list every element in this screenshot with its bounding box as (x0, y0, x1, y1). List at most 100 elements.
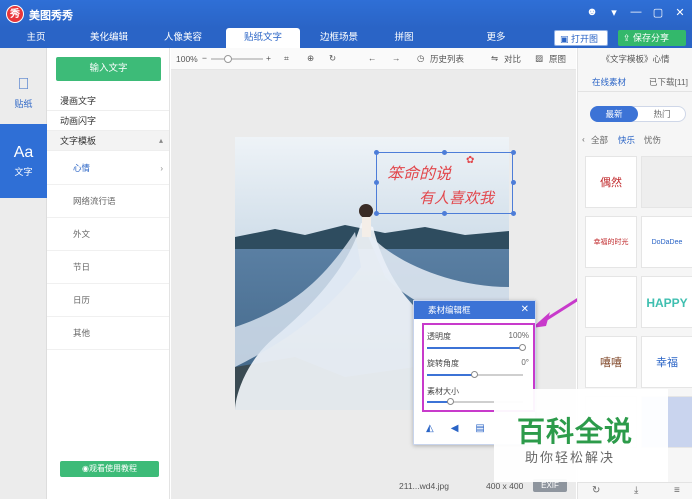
maximize-icon[interactable]: ▢ (652, 6, 664, 19)
material-thumb[interactable] (641, 156, 692, 208)
refresh-icon[interactable]: ↻ (592, 485, 600, 496)
tutorial-button[interactable]: ◉观看使用教程 (60, 461, 159, 477)
zoom-in-icon[interactable]: + (266, 53, 271, 63)
redo-icon[interactable]: → (392, 53, 401, 63)
rotation-slider[interactable] (427, 371, 523, 378)
tab-beautify[interactable]: 美化编辑 (80, 28, 138, 48)
close-icon[interactable]: ✕ (674, 6, 686, 19)
rotation-value: 0° (521, 358, 529, 367)
undo-icon[interactable]: ← (368, 53, 377, 63)
opacity-slider[interactable] (427, 344, 526, 351)
subcategory-mood[interactable]: 心情 › (47, 152, 169, 185)
filter-sad[interactable]: 忧伤 (644, 134, 661, 146)
layer-icon[interactable]: ▤ (475, 423, 484, 434)
resize-handle-mr[interactable] (511, 180, 516, 185)
flip-vertical-icon[interactable]: ◀ (451, 423, 459, 434)
sort-toggle: 最新 热门 (590, 106, 686, 122)
category-comic-text[interactable]: 漫画文字 (47, 91, 169, 111)
flip-horizontal-icon[interactable]: ◭ (426, 423, 434, 434)
subcategory-calendar[interactable]: 日历 (47, 284, 169, 317)
original-button[interactable]: 原图 (549, 53, 566, 65)
open-image-button[interactable]: ▣ 打开图片 (554, 30, 608, 60)
material-editor-header[interactable]: 素材编辑框 ✕ (414, 301, 535, 319)
history-list-button[interactable]: 历史列表 (430, 53, 464, 65)
material-thumb[interactable] (585, 276, 637, 328)
opacity-slider-knob[interactable] (519, 344, 526, 351)
filter-happy[interactable]: 快乐 (618, 134, 635, 146)
tab-home[interactable]: 主页 (10, 28, 62, 48)
tab-more[interactable]: 更多 (476, 28, 516, 48)
tab-sticker-text[interactable]: 贴纸文字 (226, 28, 300, 48)
zoom-slider-knob[interactable] (224, 55, 232, 63)
resize-handle-ml[interactable] (374, 180, 379, 185)
subcategory-other[interactable]: 其他 (47, 317, 169, 350)
rotation-slider-fill (427, 374, 475, 376)
subcategory-slang[interactable]: 网络流行语 (47, 185, 169, 218)
fit-icon[interactable]: ⊕ (307, 53, 314, 64)
save-icon: ⇪ (623, 33, 634, 43)
material-thumb[interactable]: 幸福的时光 (585, 216, 637, 268)
title-bar: 秀 美图秀秀 ☻ ▾ — ▢ ✕ (0, 0, 692, 28)
subcategory-holiday[interactable]: 节日 (47, 251, 169, 284)
image-dimensions: 400 x 400 (486, 481, 524, 491)
minimize-icon[interactable]: — (630, 6, 642, 19)
breadcrumb: 《文字模板》心情 (601, 54, 670, 64)
category-animated-text[interactable]: 动画闪字 (47, 111, 169, 131)
sort-hot[interactable]: 热门 (638, 106, 686, 122)
rotate-icon[interactable]: ↻ (329, 53, 336, 64)
tab-portrait[interactable]: 人像美容 (154, 28, 212, 48)
category-text-template[interactable]: 文字模板 ▴ (47, 131, 169, 151)
crop-icon[interactable]: ⌗ (284, 53, 289, 64)
resize-handle-br[interactable] (511, 211, 516, 216)
resize-handle-bl[interactable] (374, 211, 379, 216)
size-slider-knob[interactable] (447, 398, 454, 405)
rotation-row: 旋转角度 0° (427, 358, 529, 368)
resize-handle-tl[interactable] (374, 150, 379, 155)
skin-icon[interactable]: ☻ (586, 6, 598, 19)
sidebar-item-text[interactable]: Aa 文字 (0, 124, 47, 198)
sticker-text-line-1: 笨命的说 (387, 164, 452, 183)
sidebar-item-sticker[interactable]: ⎕ 贴纸 (0, 56, 47, 130)
material-thumb[interactable]: HAPPY (641, 276, 692, 328)
resize-handle-bc[interactable] (442, 211, 447, 216)
material-thumb[interactable]: 嘻嘻 (585, 336, 637, 388)
sort-latest[interactable]: 最新 (590, 106, 638, 122)
close-icon[interactable]: ✕ (521, 301, 529, 319)
zoom-slider[interactable] (211, 55, 263, 63)
opacity-value: 100% (508, 331, 529, 340)
material-thumb[interactable]: 幸福 (641, 336, 692, 388)
menu-icon[interactable]: ≡ (674, 485, 680, 496)
app-logo-icon: 秀 (6, 5, 24, 23)
material-panel-footer: ↻ ⤓ ≡ (578, 482, 692, 499)
chevron-right-icon: › (160, 164, 163, 173)
resize-handle-tr[interactable] (511, 150, 516, 155)
resize-handle-tc[interactable] (442, 150, 447, 155)
material-thumb[interactable]: DoDaDee (641, 216, 692, 268)
rotation-slider-knob[interactable] (471, 371, 478, 378)
tab-frame-scene[interactable]: 边框场景 (310, 28, 368, 48)
bookmark-icon: ⎕ (18, 76, 29, 93)
zoom-out-icon[interactable]: − (202, 53, 207, 63)
subcategory-foreign[interactable]: 外文 (47, 218, 169, 251)
tab-downloaded[interactable]: 已下载[11] (649, 72, 688, 92)
add-text-button[interactable]: 输入文字 (56, 57, 161, 81)
prev-icon[interactable]: ‹ (582, 134, 585, 144)
category-panel: 输入文字 漫画文字 动画闪字 文字模板 ▴ 心情 › 网络流行语 外文 节日 日… (47, 48, 170, 499)
tab-online-materials[interactable]: 在线素材 (592, 72, 626, 92)
menu-dropdown-icon[interactable]: ▾ (608, 6, 620, 19)
chevron-up-icon: ▴ (158, 136, 163, 145)
watermark: 百科全说 助你轻松解决 (494, 389, 668, 482)
opacity-row: 透明度 100% (427, 331, 529, 341)
original-icon: ▨ (535, 53, 544, 63)
text-aa-icon: Aa (13, 144, 34, 161)
tab-collage[interactable]: 拼图 (384, 28, 424, 48)
material-thumb[interactable]: 偶然 (585, 156, 637, 208)
app-title: 美图秀秀 (29, 10, 73, 22)
material-source-tabs: 在线素材 已下载[11] (578, 72, 692, 92)
opacity-slider-fill (427, 347, 523, 349)
filter-all[interactable]: 全部 (591, 134, 608, 146)
image-icon: ▣ (560, 34, 572, 44)
compare-button[interactable]: 对比 (504, 53, 521, 65)
download-icon[interactable]: ⤓ (634, 485, 638, 496)
save-share-button[interactable]: ⇪ 保存分享 (618, 30, 686, 46)
